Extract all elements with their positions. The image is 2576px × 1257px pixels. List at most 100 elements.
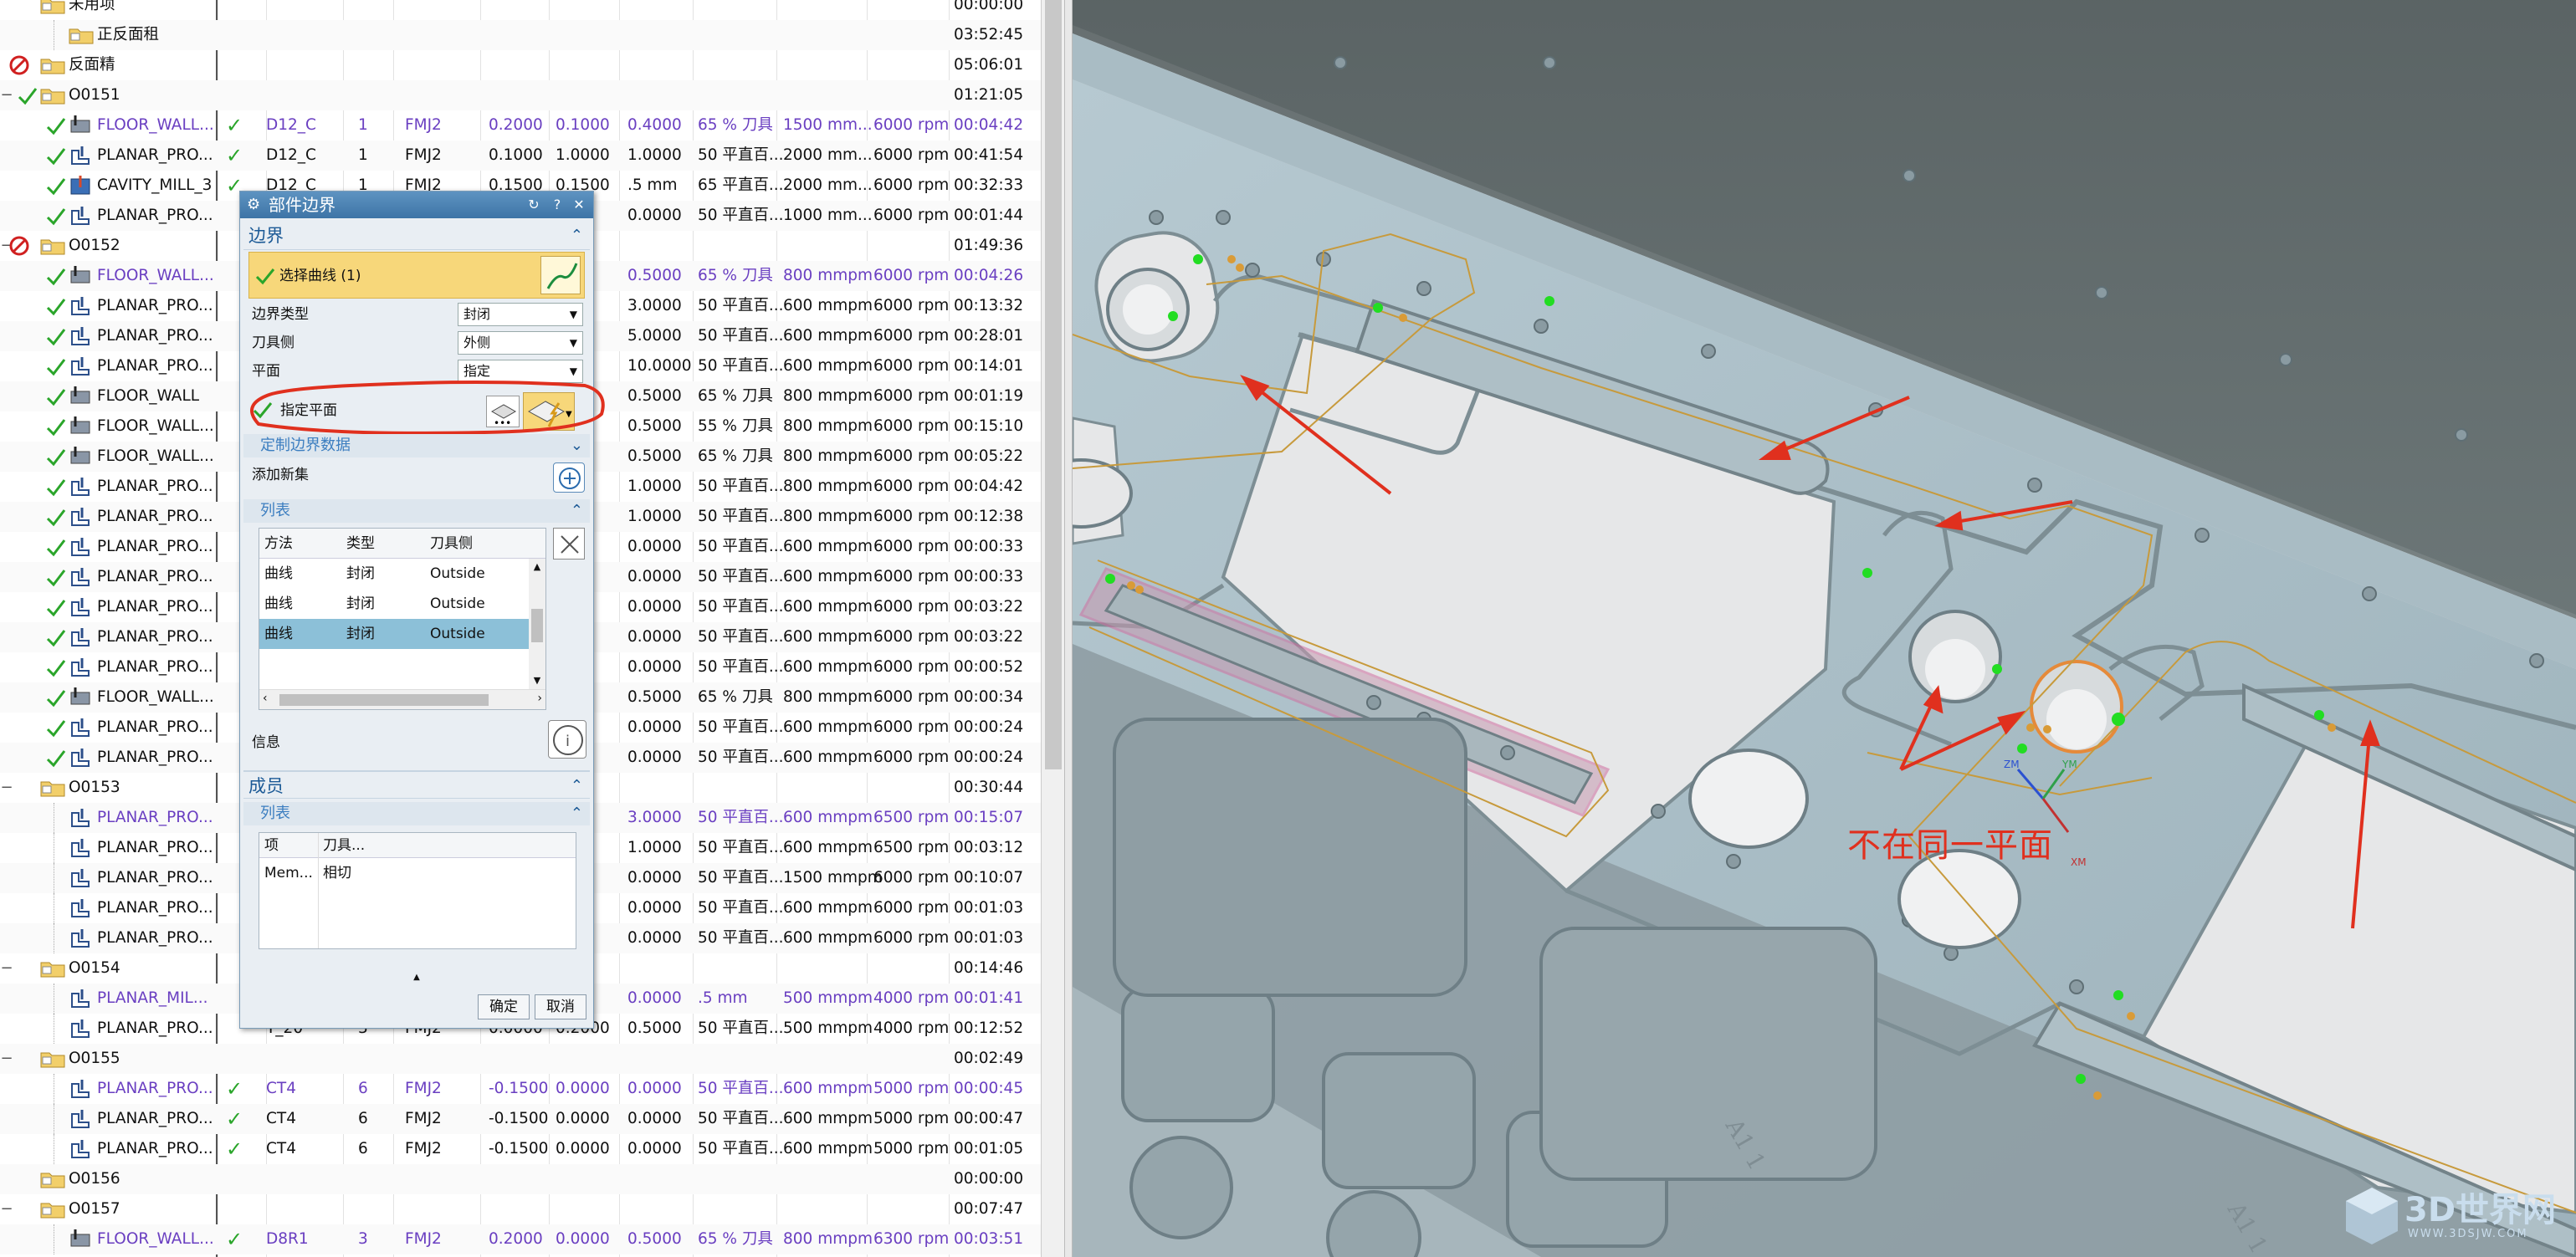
navigator-row[interactable]: 正反面租 03:52:45	[0, 20, 1041, 50]
navigator-row[interactable]: − O0155 00:02:49	[0, 1044, 1041, 1074]
scroll-up-icon[interactable]: ▲	[529, 559, 545, 575]
navigator-row[interactable]: − O0157 00:07:47	[0, 1194, 1041, 1224]
collapse-toggle-icon[interactable]: −	[0, 1050, 15, 1067]
graphics-viewport[interactable]: A1 1 A1 1 ZM YM XM	[1073, 0, 2576, 1257]
navigator-row[interactable]: FLOOR_WALL... ✓ D12_C 1 FMJ2 0.2000 0.1000 0.40…	[0, 110, 1041, 141]
dialog-title-bar[interactable]: ⚙ 部件边界 ↻ ? ✕	[240, 192, 593, 218]
collapse-icon[interactable]: ⌃	[571, 222, 583, 250]
scrollbar-thumb[interactable]	[531, 609, 543, 642]
navigator-row[interactable]: PLANAR_PRO... ✓ CT4 6 FMJ2 -0.1500 0.0000 0.000…	[0, 1134, 1041, 1164]
scroll-right-icon[interactable]: ›	[537, 692, 542, 705]
navigator-row[interactable]: PLANAR_PRO... ✓ CT4 6 FMJ2 -0.1500 0.0000 0.000…	[0, 1074, 1041, 1104]
boundary-section-header[interactable]: 边界 ⌃	[243, 222, 590, 250]
operation-cell: 800 mmpm	[783, 267, 873, 284]
status-check-icon	[46, 720, 66, 738]
list-item-type: 封闭	[346, 626, 375, 642]
collapse-toggle-icon[interactable]: −	[0, 779, 15, 796]
list-item-type: 封闭	[346, 565, 375, 582]
operation-name: O0151	[69, 86, 120, 104]
collapse-icon[interactable]: ⌃	[571, 772, 583, 800]
scroll-down-icon[interactable]: ▼	[529, 672, 545, 689]
list-item-side: Outside	[430, 565, 485, 582]
navigator-row[interactable]: PLANAR_PRO... ✓ CT4 6 FMJ2 -0.1500 0.0000 0.000…	[0, 1104, 1041, 1134]
boundary-type-select[interactable]: 封闭 ▼	[458, 303, 583, 326]
navigator-row[interactable]: O0156 00:00:00	[0, 1164, 1041, 1194]
custom-boundary-header[interactable]: 定制边界数据 ⌄	[243, 434, 590, 457]
collapse-icon[interactable]: ⌃	[571, 499, 583, 523]
navigator-row[interactable]: − O0151 01:21:05	[0, 80, 1041, 110]
list-item[interactable]: 曲线 封闭 Outside	[259, 589, 545, 619]
expand-icon[interactable]: ⌄	[571, 434, 583, 457]
plane-dialog-icon[interactable]: •••	[486, 396, 520, 429]
list-item[interactable]: Mem... 相切	[259, 858, 576, 888]
plane-select[interactable]: 指定 ▼	[458, 360, 583, 383]
list-item-method: 曲线	[264, 565, 293, 582]
operation-name: PLANAR_PRO...	[97, 718, 213, 736]
operation-cell: 2000 mm...	[783, 176, 873, 194]
list-section-header[interactable]: 列表 ⌃	[243, 499, 590, 523]
collapse-toggle-icon[interactable]: −	[0, 960, 15, 977]
operation-time: 00:00:00	[954, 1170, 1024, 1188]
watermark-url: WWW.3DSJW.COM	[2408, 1228, 2528, 1240]
part-boundary-dialog[interactable]: ⚙ 部件边界 ↻ ? ✕ 边界 ⌃ 选择曲线 (1) 边界类型 封闭 ▼ 刀具侧 …	[239, 191, 605, 1029]
members-section-header[interactable]: 成员 ⌃	[243, 770, 590, 799]
list-item-selected[interactable]: 曲线 封闭 Outside	[259, 619, 545, 649]
info-button[interactable]: i	[548, 720, 586, 759]
specify-plane-row[interactable]: 指定平面 ••• ▼	[243, 381, 605, 435]
close-button[interactable]: ✕	[570, 196, 588, 214]
operation-cell: 1.0000	[627, 508, 682, 525]
delete-item-button[interactable]	[553, 528, 585, 560]
scrollbar-thumb[interactable]	[1045, 0, 1062, 769]
collapse-toggle-icon[interactable]: −	[0, 1201, 15, 1218]
operation-name: O0157	[69, 1200, 120, 1218]
operation-time: 00:07:47	[954, 1200, 1024, 1218]
help-button[interactable]: ?	[548, 196, 566, 214]
dropdown-arrow-icon: ▼	[569, 309, 577, 320]
inferred-plane-icon[interactable]: ▼	[523, 392, 575, 431]
reset-icon[interactable]: ↻	[525, 196, 543, 214]
path-status-check-icon: ✓	[226, 1137, 243, 1161]
list-item[interactable]: 曲线 封闭 Outside	[259, 559, 545, 589]
collapse-toggle-icon[interactable]: −	[0, 87, 15, 104]
members-list-header[interactable]: 列表 ⌃	[243, 802, 590, 825]
operation-cell: 50 平直百...	[698, 297, 784, 314]
pane-splitter[interactable]	[1064, 0, 1073, 1257]
members-list[interactable]: 项 刀具... Mem... 相切	[259, 832, 576, 949]
collapse-icon[interactable]: ⌃	[571, 802, 583, 825]
tool-side-select[interactable]: 外侧 ▼	[458, 331, 583, 355]
operation-time: 00:00:24	[954, 749, 1024, 766]
add-new-set-button[interactable]	[553, 462, 585, 493]
navigator-row[interactable]: FLOOR_WALL... ✓ D8R1 3 FMJ2 0.2000 0.0000 0.500…	[0, 1224, 1041, 1254]
operation-name: 正反面租	[97, 26, 160, 43]
operation-cell: 6000 rpm	[873, 417, 950, 435]
operation-cell: 0.0000	[627, 568, 682, 585]
list-vscroll[interactable]: ▲ ▼	[529, 559, 545, 689]
navigator-scrollbar[interactable]	[1041, 0, 1064, 1257]
status-check-icon	[18, 88, 38, 105]
operation-cell: 6000 rpm	[873, 176, 950, 194]
operation-cell: 3.0000	[627, 809, 682, 826]
operation-cell: 5000 rpm	[873, 1110, 950, 1127]
ok-button[interactable]: 确定	[478, 994, 530, 1019]
more-options-toggle[interactable]: ▲	[240, 973, 593, 983]
cancel-button[interactable]: 取消	[535, 994, 586, 1019]
operation-cell: 10.0000	[627, 357, 692, 375]
scroll-left-icon[interactable]: ‹	[263, 692, 268, 705]
scrollbar-thumb[interactable]	[279, 694, 489, 706]
operation-cell: 6000 rpm	[873, 718, 950, 736]
operation-name: PLANAR_PRO...	[97, 598, 213, 616]
boundary-list[interactable]: 方法 类型 刀具侧 曲线 封闭 Outside 曲线 封闭 Outside 曲线…	[259, 528, 546, 710]
operation-cell: 6	[358, 1080, 368, 1097]
status-check-icon	[46, 268, 66, 286]
operation-cell: 600 mmpm	[783, 899, 873, 917]
navigator-row[interactable]: 未用项 00:00:00	[0, 0, 1041, 20]
operation-cell: 50 平直百...	[698, 628, 784, 646]
navigator-row[interactable]: PLANAR_PRO... ✓ D12_C 1 FMJ2 0.1000 1.0000 1.00…	[0, 141, 1041, 171]
select-curve-row[interactable]: 选择曲线 (1)	[248, 252, 585, 299]
navigator-row[interactable]: 反面精 05:06:01	[0, 50, 1041, 80]
operation-cell: 6000 rpm	[873, 899, 950, 917]
list-hscroll[interactable]: ‹ ›	[259, 689, 545, 709]
status-check-icon	[46, 118, 66, 135]
member-item: Mem...	[264, 865, 313, 881]
curve-selector-icon[interactable]	[540, 256, 581, 294]
